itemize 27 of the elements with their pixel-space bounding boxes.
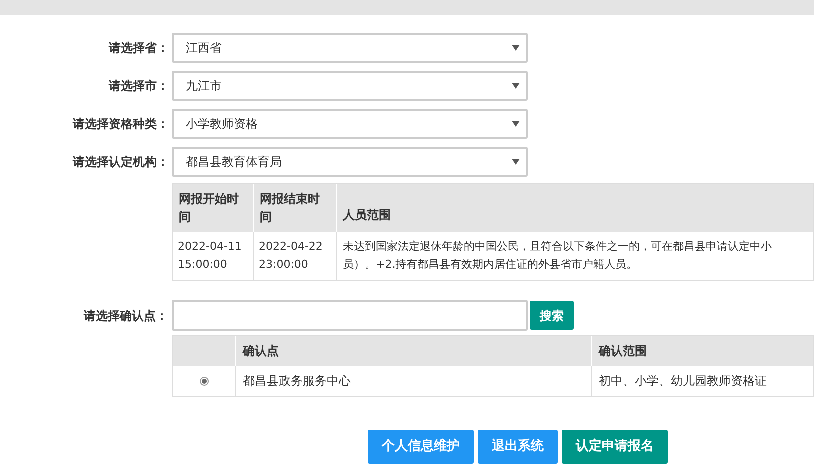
field-label: 请选择省： (108, 40, 170, 57)
caret-icon (512, 83, 520, 89)
select-field[interactable]: 都昌县教育体育局 (172, 147, 528, 177)
search-field[interactable] (172, 300, 528, 331)
table-cell-text: 初中、小学、幼儿园教师资格证 (598, 373, 768, 390)
column-header: 网报开始时间 (173, 184, 254, 232)
table-cell: 2022-04-22 23:00:00 (254, 232, 337, 280)
action-button[interactable]: 认定申请报名 (562, 430, 668, 464)
column-header: 网报结束时间 (254, 184, 337, 232)
column-header: 确认点 (236, 336, 592, 366)
table-cell-text: 未达到国家法定退休年龄的中国公民，且符合以下条件之一的，可在都昌县申请认定中小 员）。+2.持有都昌县有效期内居住证的外县省市户籍人员。 (342, 239, 773, 273)
field-label: 请选择资格种类： (72, 116, 170, 133)
select-field[interactable]: 江西省 (172, 33, 528, 63)
search-button[interactable]: 搜索 (530, 301, 574, 330)
select-field[interactable]: 小学教师资格 (172, 109, 528, 139)
radio-button[interactable] (200, 376, 208, 386)
table-cell: 2022-04-11 15:00:00 (173, 232, 254, 280)
column-header: 确认范围 (592, 336, 813, 366)
caret-icon (512, 159, 520, 165)
table-cell: 都昌县政务服务中心 (236, 366, 592, 396)
select-field[interactable]: 九江市 (172, 71, 528, 101)
caret-icon (512, 121, 520, 127)
field-label: 请选择确认点： (82, 308, 169, 324)
field-label: 请选择认定机构： (72, 154, 170, 171)
column-header: 人员范围 (337, 184, 813, 232)
field-label: 请选择市： (108, 78, 170, 95)
caret-icon (512, 45, 520, 51)
